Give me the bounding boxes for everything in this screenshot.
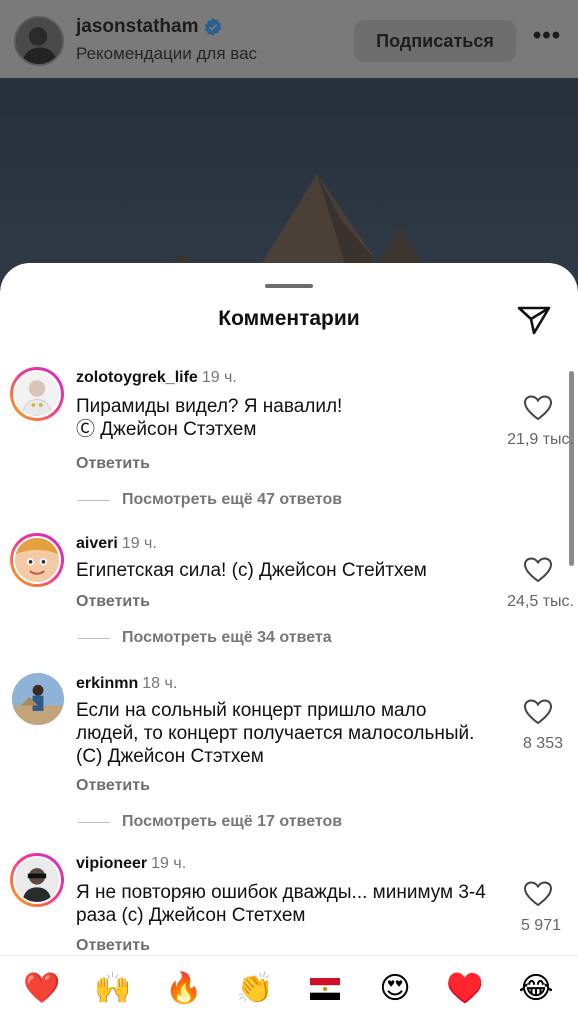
reply-button[interactable]: Ответить xyxy=(76,593,150,611)
comment-username[interactable]: zolotoygrek_life xyxy=(76,369,198,386)
post-image[interactable] xyxy=(0,78,578,288)
comment-username[interactable]: erkinmn xyxy=(76,675,138,692)
comment-time: 19 ч. xyxy=(151,855,187,872)
like-heart-icon[interactable] xyxy=(524,699,552,725)
emoji-heart-suit[interactable]: ♥️ xyxy=(443,969,487,1009)
replies-divider xyxy=(78,821,110,823)
view-replies-button[interactable]: Посмотреть ещё 34 ответа xyxy=(78,629,332,647)
comment-text: Египетская сила! (с) Джейсон Стейтхем xyxy=(76,560,427,581)
like-heart-icon[interactable] xyxy=(524,557,552,583)
send-icon[interactable] xyxy=(516,304,552,336)
emoji-raising-hands[interactable]: 🙌 xyxy=(91,969,135,1009)
like-count: 8 353 xyxy=(522,735,563,752)
comment-text: Я не повторяю ошибок дважды... минимум 3… xyxy=(76,882,486,926)
emoji-fire[interactable]: 🔥 xyxy=(162,969,206,1009)
comment-username[interactable]: aiveri xyxy=(76,535,118,552)
egypt-flag-icon xyxy=(310,978,340,1000)
like-count: 24,5 тыс. xyxy=(507,593,574,610)
emoji-red-heart[interactable]: ❤️ xyxy=(20,969,64,1009)
view-replies-label: Посмотреть ещё 34 ответа xyxy=(122,629,332,646)
comment-text: Пирамиды видел? Я навалил! Ⓒ Джейсон Стэ… xyxy=(76,396,343,440)
follow-button[interactable]: Подписаться xyxy=(354,20,516,62)
emoji-reaction-bar: ❤️ 🙌 🔥 👏 😍 ♥️ 😂 xyxy=(0,955,578,1024)
like-count: 5 971 xyxy=(520,917,561,934)
comment-text: Если на сольный концерт пришло мало люде… xyxy=(76,700,475,767)
commenter-avatar[interactable] xyxy=(10,533,64,587)
username-text: jasonstatham xyxy=(76,16,199,37)
comments-sheet: Комментарии zolotoygrek_life 19 ч. Пирами… xyxy=(0,263,578,1024)
comment-header: aiveri 19 ч. xyxy=(76,535,157,553)
view-replies-button[interactable]: Посмотреть ещё 17 ответов xyxy=(78,813,342,831)
recommendation-label: Рекомендации для вас xyxy=(76,44,258,63)
view-replies-label: Посмотреть ещё 47 ответов xyxy=(122,491,343,508)
view-replies-label: Посмотреть ещё 17 ответов xyxy=(122,813,343,830)
comment-time: 19 ч. xyxy=(121,535,157,552)
like-count: 21,9 тыс. xyxy=(507,431,574,448)
commenter-avatar[interactable] xyxy=(12,673,64,725)
emoji-clapping-hands[interactable]: 👏 xyxy=(233,969,277,1009)
comment-header: erkinmn 18 ч. xyxy=(76,675,177,693)
comment-header: vipioneer 19 ч. xyxy=(76,855,186,873)
reply-button[interactable]: Ответить xyxy=(76,777,150,795)
replies-divider xyxy=(78,499,110,501)
verified-badge-icon xyxy=(205,18,222,36)
commenter-avatar[interactable] xyxy=(10,367,64,421)
reply-button[interactable]: Ответить xyxy=(76,937,150,955)
more-options-icon[interactable]: ••• xyxy=(530,24,564,54)
comment-header: zolotoygrek_life 19 ч. xyxy=(76,369,237,387)
like-heart-icon[interactable] xyxy=(524,881,552,907)
pyramid-photo xyxy=(150,174,440,288)
commenter-avatar[interactable] xyxy=(10,853,64,907)
comment-time: 19 ч. xyxy=(201,369,237,386)
replies-divider xyxy=(78,637,110,639)
comment-username[interactable]: vipioneer xyxy=(76,855,147,872)
sheet-drag-handle[interactable] xyxy=(265,284,313,288)
profile-username[interactable]: jasonstatham xyxy=(76,16,222,38)
comment-time: 18 ч. xyxy=(142,675,178,692)
emoji-tears-of-joy[interactable]: 😂 xyxy=(514,969,558,1009)
emoji-egypt-flag[interactable] xyxy=(303,969,347,1011)
reply-button[interactable]: Ответить xyxy=(76,455,150,473)
view-replies-button[interactable]: Посмотреть ещё 47 ответов xyxy=(78,491,342,509)
sheet-title: Комментарии xyxy=(218,307,360,330)
emoji-heart-eyes[interactable]: 😍 xyxy=(373,969,417,1009)
like-heart-icon[interactable] xyxy=(524,395,552,421)
scrollbar[interactable] xyxy=(569,371,574,566)
post-header: jasonstatham Рекомендации для вас Подпис… xyxy=(0,0,578,78)
profile-avatar[interactable] xyxy=(14,16,64,66)
